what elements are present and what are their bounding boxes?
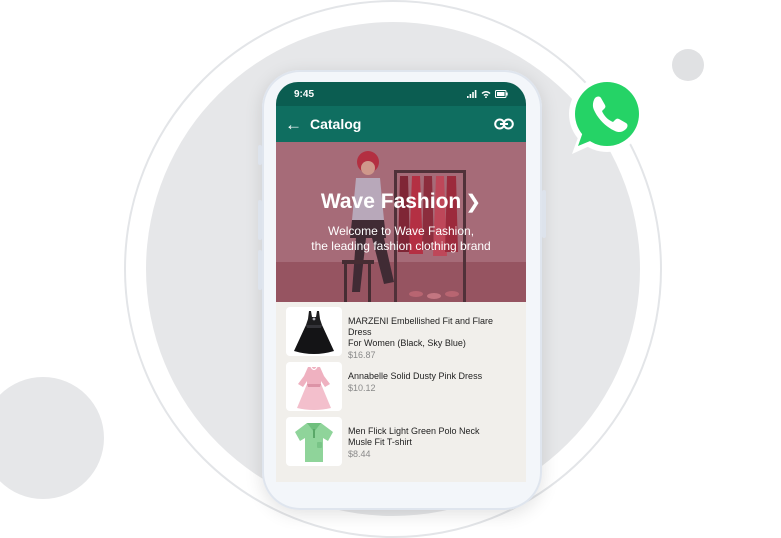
product-item[interactable]: MARZENI Embellished Fit and Flare Dress … [276,307,526,362]
brand-description: Welcome to Wave Fashion, the leading fas… [286,224,516,254]
product-thumbnail [286,307,342,356]
phone-side-button [258,200,262,240]
chevron-right-icon: ❯ [465,192,482,213]
product-item[interactable]: Men Flick Light Green Polo Neck Musle Fi… [276,417,526,472]
black-dress-icon [294,310,334,354]
whatsapp-logo-icon [569,76,645,154]
product-name: Men Flick Light Green Polo Neck Musle Fi… [348,426,516,448]
product-name: MARZENI Embellished Fit and Flare Dress … [348,316,516,349]
status-icons [467,90,508,98]
product-info: MARZENI Embellished Fit and Flare Dress … [348,307,516,360]
product-name-line: Musle Fit T-shirt [348,437,412,447]
brand-description-line: Welcome to Wave Fashion, [327,224,475,238]
product-info: Annabelle Solid Dusty Pink Dress $10.12 [348,362,516,393]
page-title: Catalog [310,116,362,132]
phone-power-button [542,190,546,238]
status-bar: 9:45 [276,82,526,106]
brand-description-line: the leading fashion clothing brand [311,239,491,253]
product-name-line: For Women (Black, Sky Blue) [348,338,466,348]
status-time: 9:45 [294,88,315,100]
catalog-banner[interactable]: Wave Fashion ❯ Welcome to Wave Fashion, t… [276,142,526,302]
green-polo-icon [295,422,333,462]
product-info: Men Flick Light Green Polo Neck Musle Fi… [348,417,516,459]
app-bar: ← Catalog [276,106,526,142]
product-list: MARZENI Embellished Fit and Flare Dress … [276,302,526,472]
brand-title: Wave Fashion ❯ [276,190,526,214]
product-thumbnail [286,362,342,411]
product-name-line: Men Flick Light Green Polo Neck [348,426,480,436]
product-name-line: Annabelle Solid Dusty Pink Dress [348,371,483,381]
wifi-icon [481,91,491,98]
phone-side-button [258,250,262,290]
phone-side-button [258,145,262,165]
background-dot [672,49,704,81]
back-arrow-icon[interactable]: ← [285,116,302,133]
product-item[interactable]: Annabelle Solid Dusty Pink Dress $10.12 [276,362,526,417]
link-icon[interactable] [494,118,514,130]
phone-screen: 9:45 ← Catalog Wave Fashion ❯ Welcome to… [276,82,526,482]
product-price: $10.12 [348,383,376,393]
pink-dress-icon [297,366,331,410]
product-name: Annabelle Solid Dusty Pink Dress [348,371,516,382]
signal-icon [467,90,477,98]
product-name-line: MARZENI Embellished Fit and Flare Dress [348,316,494,337]
banner-overlay [276,142,526,302]
brand-name: Wave Fashion [320,190,462,213]
product-price: $8.44 [348,449,371,459]
background-blob [0,377,104,499]
product-price: $16.87 [348,350,376,360]
battery-icon [495,90,508,98]
product-thumbnail [286,417,342,466]
